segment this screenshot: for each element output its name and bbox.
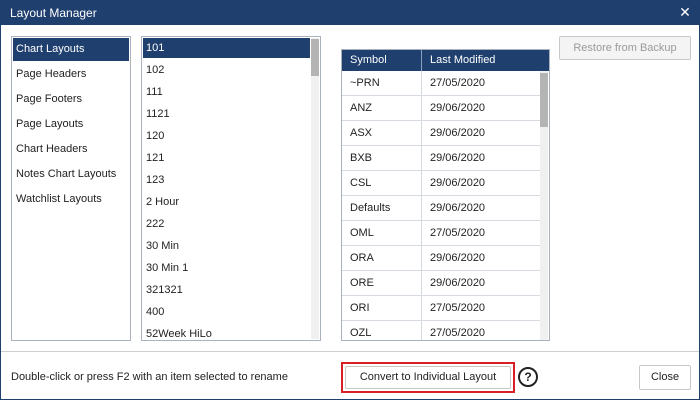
layout-name-item[interactable]: 120 [142, 125, 320, 147]
symbol-cell: ~PRN [342, 71, 422, 95]
layout-name-item[interactable]: 222 [142, 213, 320, 235]
table-row[interactable]: ANZ 29/06/2020 [342, 96, 540, 121]
layout-name-items: 101 102 111 1121 120 121 123 2 Hour 222 30 Min 30 … [142, 38, 320, 340]
symbol-cell: ORE [342, 271, 422, 295]
table-row[interactable]: ASX 29/06/2020 [342, 121, 540, 146]
layout-manager-dialog: Layout Manager ✕ Chart Layouts Page Heade… [0, 0, 700, 400]
layout-name-item[interactable]: 111 [142, 81, 320, 103]
layout-name-item[interactable]: 101 [143, 38, 310, 58]
symbol-cell: BXB [342, 146, 422, 170]
column-header-symbol[interactable]: Symbol [342, 50, 422, 71]
symbol-cell: ORA [342, 246, 422, 270]
symbol-table: Symbol Last Modified ~PRN 27/05/2020 ANZ 29… [341, 49, 550, 341]
table-row[interactable]: OZL 27/05/2020 [342, 321, 540, 340]
rename-hint: Double-click or press F2 with an item se… [11, 371, 288, 383]
category-item[interactable]: Chart Headers [12, 137, 130, 162]
layout-name-item[interactable]: 2 Hour [142, 191, 320, 213]
symbol-cell: ASX [342, 121, 422, 145]
last-modified-cell: 27/05/2020 [430, 77, 486, 89]
layout-name-item[interactable]: 400 [142, 301, 320, 323]
window-title: Layout Manager [10, 6, 97, 20]
symbol-cell: Defaults [342, 196, 422, 220]
last-modified-cell: 29/06/2020 [430, 177, 486, 189]
symbol-cell: ORI [342, 296, 422, 320]
last-modified-cell: 29/06/2020 [430, 252, 486, 264]
column-header-last-modified[interactable]: Last Modified [422, 50, 549, 71]
category-item[interactable]: Chart Layouts [13, 38, 129, 61]
layout-name-item[interactable]: 1121 [142, 103, 320, 125]
category-item[interactable]: Page Footers [12, 87, 130, 112]
table-header: Symbol Last Modified [342, 50, 549, 71]
last-modified-cell: 27/05/2020 [430, 227, 486, 239]
symbol-cell: ANZ [342, 96, 422, 120]
layout-list-scrollbar[interactable] [311, 38, 319, 339]
table-scrollbar-thumb[interactable] [540, 73, 548, 127]
table-row[interactable]: ORE 29/06/2020 [342, 271, 540, 296]
last-modified-cell: 29/06/2020 [430, 127, 486, 139]
table-scrollbar[interactable] [540, 71, 548, 340]
restore-from-backup-button[interactable]: Restore from Backup [559, 36, 691, 60]
layout-name-item[interactable]: 102 [142, 59, 320, 81]
table-row[interactable]: OML 27/05/2020 [342, 221, 540, 246]
layout-name-item[interactable]: 321321 [142, 279, 320, 301]
layout-list-scrollbar-thumb[interactable] [311, 39, 319, 76]
close-button[interactable]: Close [639, 365, 691, 390]
last-modified-cell: 27/05/2020 [430, 302, 486, 314]
table-row[interactable]: CSL 29/06/2020 [342, 171, 540, 196]
last-modified-cell: 27/05/2020 [430, 327, 486, 339]
table-body: ~PRN 27/05/2020 ANZ 29/06/2020 ASX 29/06/2020… [342, 71, 540, 340]
last-modified-cell: 29/06/2020 [430, 102, 486, 114]
table-row[interactable]: ORI 27/05/2020 [342, 296, 540, 321]
layout-name-item[interactable]: 121 [142, 147, 320, 169]
title-bar: Layout Manager ✕ [1, 1, 699, 25]
category-item[interactable]: Notes Chart Layouts [12, 162, 130, 187]
layout-name-item[interactable]: 30 Min 1 [142, 257, 320, 279]
last-modified-cell: 29/06/2020 [430, 152, 486, 164]
category-item[interactable]: Page Layouts [12, 112, 130, 137]
symbol-cell: CSL [342, 171, 422, 195]
symbol-cell: OML [342, 221, 422, 245]
help-icon[interactable]: ? [518, 367, 538, 387]
convert-to-individual-layout-button[interactable]: Convert to Individual Layout [345, 366, 511, 389]
footer-divider [1, 351, 699, 352]
close-icon[interactable]: ✕ [677, 4, 693, 20]
last-modified-cell: 29/06/2020 [430, 202, 486, 214]
layout-name-item[interactable]: 52Week HiLo [142, 323, 320, 340]
table-row[interactable]: BXB 29/06/2020 [342, 146, 540, 171]
last-modified-cell: 29/06/2020 [430, 277, 486, 289]
layout-name-item[interactable]: 123 [142, 169, 320, 191]
category-item[interactable]: Page Headers [12, 62, 130, 87]
layout-name-item[interactable]: 30 Min [142, 235, 320, 257]
layout-name-list[interactable]: 101 102 111 1121 120 121 123 2 Hour 222 30 Min 30 … [141, 36, 321, 341]
table-row[interactable]: ~PRN 27/05/2020 [342, 71, 540, 96]
table-row[interactable]: ORA 29/06/2020 [342, 246, 540, 271]
symbol-cell: OZL [342, 321, 422, 340]
table-row[interactable]: Defaults 29/06/2020 [342, 196, 540, 221]
category-item[interactable]: Watchlist Layouts [12, 187, 130, 212]
category-list[interactable]: Chart Layouts Page Headers Page Footers Pag… [11, 36, 131, 341]
